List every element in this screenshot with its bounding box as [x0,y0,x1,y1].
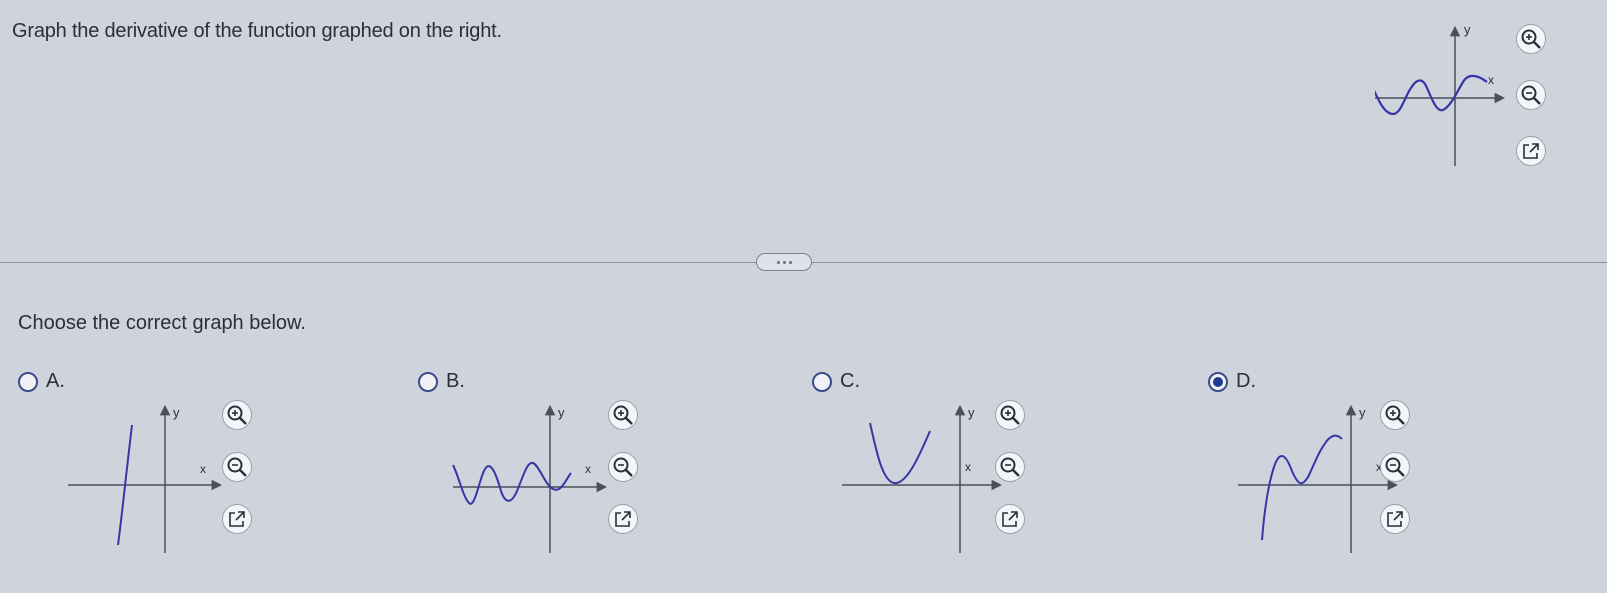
option-a-tools [222,400,252,534]
option-b-label: B. [446,370,465,392]
zoom-in-icon[interactable] [1380,400,1410,430]
external-link-icon[interactable] [608,504,638,534]
option-c[interactable]: C. [812,370,860,393]
option-a-graph: y x [60,404,225,555]
x-axis-label: x [965,460,971,474]
zoom-in-icon[interactable] [608,400,638,430]
y-axis-label: y [1464,22,1471,37]
zoom-out-icon[interactable] [222,452,252,482]
zoom-out-icon[interactable] [1380,452,1410,482]
option-d[interactable]: D. [1208,370,1256,393]
option-a[interactable]: A. [18,370,65,393]
external-link-icon[interactable] [1516,136,1546,166]
zoom-in-icon[interactable] [1516,24,1546,54]
external-link-icon[interactable] [222,504,252,534]
function-curve [1352,74,1488,116]
option-d-label: D. [1236,370,1256,392]
option-d-tools [1380,400,1410,534]
external-link-icon[interactable] [995,504,1025,534]
option-c-curve [869,422,931,485]
radio-a[interactable] [18,371,38,392]
answer-prompt: Choose the correct graph below. [18,312,306,334]
main-graph-tools [1516,24,1546,166]
y-axis-label: y [968,405,975,420]
zoom-out-icon[interactable] [1516,80,1546,110]
option-b-curve [452,461,572,505]
x-axis-label: x [200,462,206,476]
zoom-in-icon[interactable] [995,400,1025,430]
y-axis-label: y [173,405,180,420]
radio-d[interactable] [1208,371,1228,392]
external-link-icon[interactable] [1380,504,1410,534]
option-d-graph: y x [1238,404,1403,555]
option-d-curve [1261,434,1343,541]
zoom-out-icon[interactable] [995,452,1025,482]
y-axis-label: y [558,405,565,420]
question-text: Graph the derivative of the function gra… [12,20,502,42]
x-axis-label: x [585,462,591,476]
option-b-graph: y x [445,404,610,555]
option-b-tools [608,400,638,534]
option-b[interactable]: B. [418,370,465,393]
y-axis-label: y [1359,405,1366,420]
radio-b[interactable] [418,371,438,392]
zoom-out-icon[interactable] [608,452,638,482]
ellipsis-icon[interactable] [756,253,812,271]
option-c-graph: y x [830,404,1007,555]
radio-c[interactable] [812,371,832,392]
option-c-label: C. [840,370,860,392]
option-c-tools [995,400,1025,534]
option-a-label: A. [46,370,65,392]
x-axis-label: x [1488,73,1494,87]
zoom-in-icon[interactable] [222,400,252,430]
